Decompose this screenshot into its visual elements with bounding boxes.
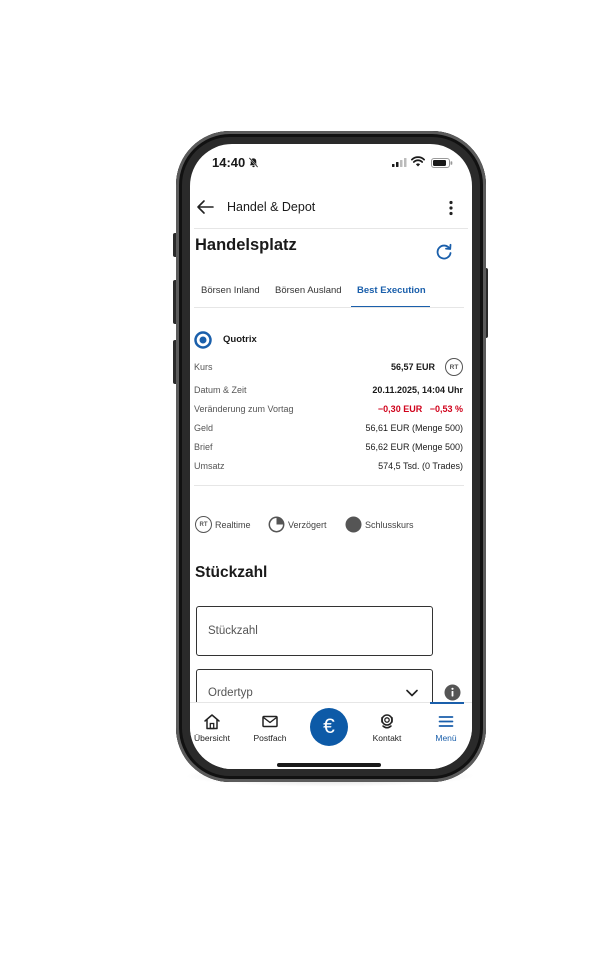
quote-row-umsatz: Umsatz 574,5 Tsd. (0 Trades) xyxy=(194,459,463,475)
status-bar: 14:40 xyxy=(190,144,472,184)
legend-closing: Schlusskurs xyxy=(345,516,414,533)
phone-screen: 14:40 Handel & Depot Handelsplatz Börsen… xyxy=(190,144,472,769)
quote-row-brief: Brief 56,62 EUR (Menge 500) xyxy=(194,440,463,456)
change-absolute: −0,30 EUR xyxy=(377,404,423,414)
legend-label: Verzögert xyxy=(288,519,327,530)
mail-icon xyxy=(262,715,278,728)
quote-label: Umsatz xyxy=(194,461,225,471)
quote-label: Veränderung zum Vortag xyxy=(194,404,294,414)
home-indicator[interactable] xyxy=(277,763,381,767)
closing-price-icon xyxy=(345,516,362,533)
quote-row-kurs: Kurs 56,57 EUR RT xyxy=(194,358,463,376)
legend-label: Schlusskurs xyxy=(365,519,414,530)
nav-label: Postfach xyxy=(253,733,287,743)
contact-icon xyxy=(381,714,393,729)
legend-realtime: RT Realtime xyxy=(195,516,251,533)
quote-value: 56,61 EUR (Menge 500) xyxy=(365,423,463,433)
quote-label: Datum & Zeit xyxy=(194,385,247,395)
realtime-icon: RT xyxy=(195,516,212,533)
nav-label: Übersicht xyxy=(194,733,230,743)
tab-boersen-ausland[interactable]: Börsen Ausland xyxy=(275,285,342,296)
quote-value: 574,5 Tsd. (0 Trades) xyxy=(378,461,463,471)
quote-label: Brief xyxy=(194,442,213,452)
nav-item-postfach[interactable]: Postfach xyxy=(245,713,295,743)
euro-icon: € xyxy=(323,715,335,738)
exchange-tabs: Börsen Inland Börsen Ausland Best Execut… xyxy=(194,280,464,310)
legend-delayed: Verzögert xyxy=(268,516,327,533)
app-header: Handel & Depot xyxy=(190,190,472,228)
quote-label: Kurs xyxy=(194,362,213,372)
delayed-pie-icon xyxy=(268,516,285,533)
nav-label: Menü xyxy=(435,733,457,743)
home-icon xyxy=(204,714,220,730)
signal-icon xyxy=(392,158,407,167)
legend-label: Realtime xyxy=(215,519,251,530)
ordertype-label: Ordertyp xyxy=(208,687,253,699)
page-title: Handelsplatz xyxy=(195,236,297,254)
exchange-name: Quotrix xyxy=(223,334,257,345)
radio-selected-icon[interactable] xyxy=(194,331,212,349)
nav-item-kontakt[interactable]: Kontakt xyxy=(362,713,412,743)
tabs-divider xyxy=(194,307,464,308)
nav-active-indicator xyxy=(430,702,464,704)
quote-value: 56,62 EUR (Menge 500) xyxy=(365,442,463,452)
quote-divider xyxy=(194,485,464,486)
status-time: 14:40 xyxy=(212,155,246,170)
chevron-down-icon xyxy=(406,689,418,697)
nav-label: Kontakt xyxy=(372,733,402,743)
quote-change: −0,30 EUR −0,53 % xyxy=(378,404,463,414)
battery-icon xyxy=(431,158,453,168)
quote-value: 20.11.2025, 14:04 Uhr xyxy=(372,385,463,395)
back-arrow-icon[interactable] xyxy=(196,199,214,215)
tab-boersen-inland[interactable]: Börsen Inland xyxy=(201,285,260,296)
section-title-stueckzahl: Stückzahl xyxy=(195,564,268,581)
header-divider xyxy=(194,228,468,229)
quote-row-veraenderung: Veränderung zum Vortag −0,30 EUR −0,53 % xyxy=(194,402,463,418)
more-vertical-icon[interactable] xyxy=(448,200,454,216)
realtime-badge-icon: RT xyxy=(445,358,463,376)
price-legend: RT Realtime Verzögert Schlusskurs xyxy=(195,516,467,536)
bell-muted-icon xyxy=(248,157,259,168)
nav-item-uebersicht[interactable]: Übersicht xyxy=(190,713,237,743)
wifi-icon xyxy=(411,156,425,167)
quantity-input[interactable] xyxy=(197,607,432,655)
quantity-field xyxy=(196,606,433,656)
euro-action-button[interactable]: € xyxy=(310,708,348,746)
info-icon[interactable] xyxy=(444,684,461,701)
bottom-navigation: Übersicht Postfach € Kontakt Menü xyxy=(190,702,472,769)
tab-best-execution[interactable]: Best Execution xyxy=(357,285,426,296)
refresh-icon[interactable] xyxy=(434,242,454,262)
nav-item-menue[interactable]: Menü xyxy=(421,713,471,743)
quote-row-geld: Geld 56,61 EUR (Menge 500) xyxy=(194,421,463,437)
quote-row-datum: Datum & Zeit 20.11.2025, 14:04 Uhr xyxy=(194,383,463,399)
quote-label: Geld xyxy=(194,423,214,433)
menu-icon xyxy=(438,716,454,727)
change-percent: −0,53 % xyxy=(429,404,463,414)
quote-value: 56,57 EUR xyxy=(390,362,435,372)
header-title: Handel & Depot xyxy=(227,200,316,214)
